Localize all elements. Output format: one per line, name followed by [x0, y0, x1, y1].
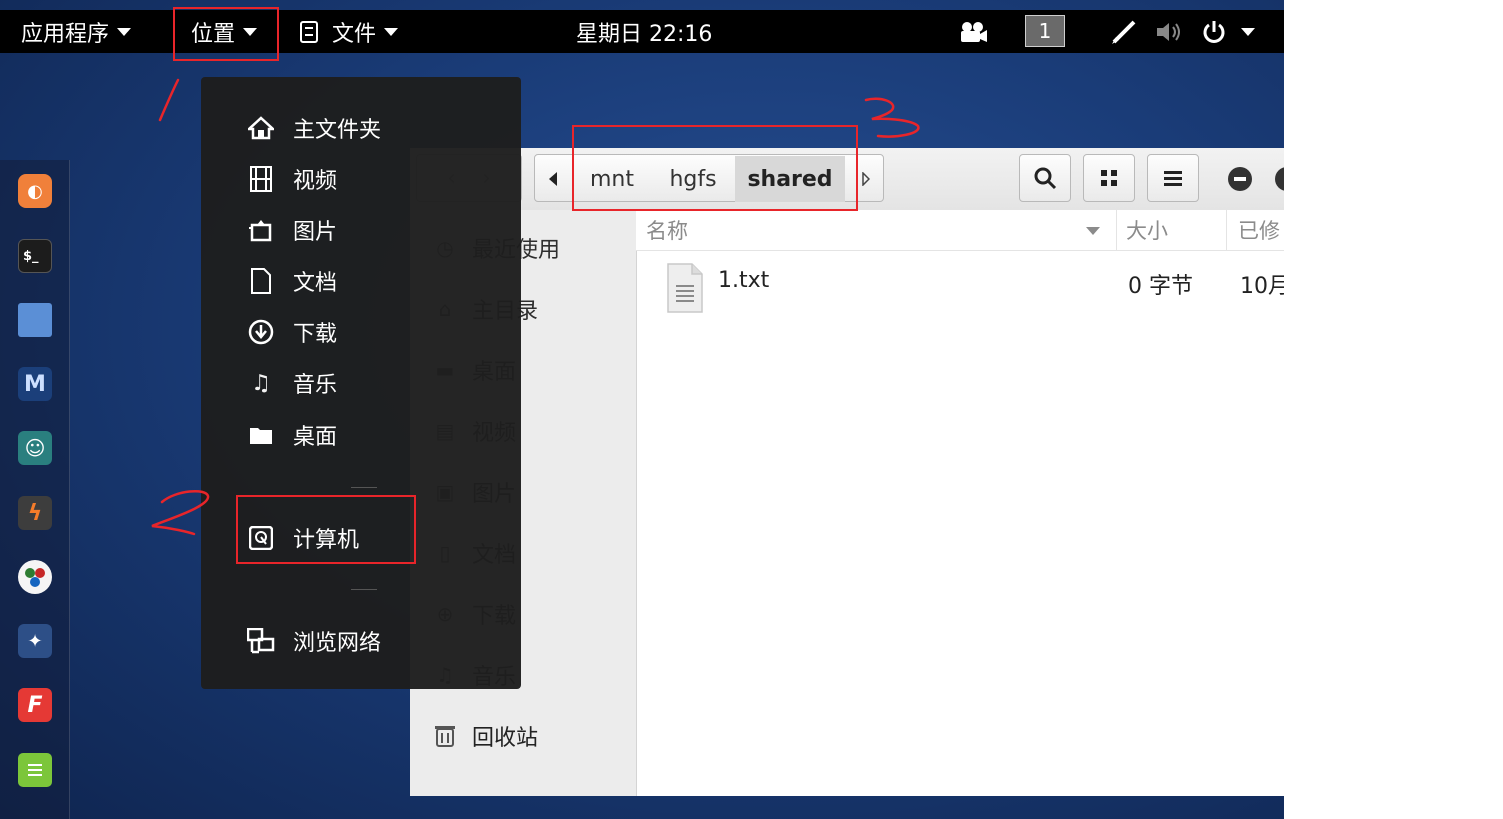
music-icon: ♫	[251, 370, 271, 396]
blank-margin	[1284, 0, 1503, 819]
file-name: 1.txt	[718, 268, 770, 293]
notes-icon[interactable]	[18, 753, 52, 787]
column-name[interactable]: 名称	[646, 210, 688, 250]
chevron-down-icon	[1241, 27, 1255, 36]
workspace-number: 1	[1038, 19, 1052, 43]
menu-item-music[interactable]: ♫ 音乐	[247, 363, 337, 403]
clock-label: 星期日 22:16	[576, 21, 713, 47]
picture-icon	[247, 216, 275, 244]
column-modified[interactable]: 已修	[1238, 210, 1280, 250]
sidebar-item-trash[interactable]: 回收站	[432, 716, 538, 756]
minimize-icon[interactable]	[1227, 166, 1253, 196]
menu-item-videos[interactable]: 视频	[247, 159, 337, 199]
beef-icon[interactable]: ✦	[18, 624, 52, 658]
workspace-indicator[interactable]: 1	[1025, 15, 1065, 47]
file-modified: 10月	[1240, 274, 1284, 299]
faraday-icon[interactable]: F	[18, 688, 52, 722]
maltego-icon[interactable]	[18, 560, 52, 594]
menu-item-network[interactable]: 浏览网络	[247, 621, 381, 661]
menu-item-label: 主文件夹	[293, 118, 382, 143]
dock: ◐ $_ M ☺ ϟ ✦ F	[0, 160, 70, 819]
video-camera-icon[interactable]	[958, 10, 988, 53]
menu-item-desktop[interactable]: 桌面	[247, 415, 337, 455]
power-menu[interactable]	[1201, 10, 1255, 53]
grid-view-button[interactable]	[1083, 154, 1135, 202]
armitage-icon[interactable]: ☺	[18, 431, 52, 465]
menu-button[interactable]	[1147, 154, 1199, 202]
menu-item-label: 浏览网络	[293, 631, 382, 656]
menu-item-label: 音乐	[293, 373, 338, 398]
column-name-label: 名称	[646, 219, 688, 243]
home-icon	[247, 114, 275, 142]
menu-separator	[351, 589, 377, 590]
text-file-icon	[666, 262, 703, 313]
files-app-label: 文件	[332, 21, 377, 47]
column-divider	[1226, 210, 1227, 250]
annotation-box-computer	[236, 495, 416, 564]
terminal-icon[interactable]: $_	[18, 239, 52, 273]
file-cabinet-icon	[300, 20, 318, 43]
menu-item-label: 下载	[293, 322, 338, 347]
sort-down-icon[interactable]	[1086, 227, 1100, 235]
chevron-down-icon	[384, 27, 399, 36]
network-icon	[247, 627, 275, 655]
desktop: 应用程序 位置 文件 星期日 22:16 1 ◐ $_ M ☺ ϟ ✦ F mn…	[0, 0, 1284, 819]
firefox-icon[interactable]: ◐	[18, 174, 52, 208]
hamburger-icon	[1164, 171, 1182, 186]
clock[interactable]: 星期日 22:16	[576, 10, 712, 53]
file-manager-window: ‹ › mnt hgfs shared	[410, 148, 1284, 796]
maximize-icon[interactable]	[1274, 166, 1284, 192]
column-modified-label: 已修	[1238, 219, 1280, 243]
menu-item-label: 桌面	[293, 425, 338, 450]
pen-icon[interactable]	[1110, 10, 1138, 53]
menu-separator	[351, 487, 377, 488]
annotation-box-places	[173, 7, 279, 61]
trash-icon	[432, 723, 458, 749]
menu-item-label: 图片	[293, 220, 338, 245]
file-row[interactable]: 1.txt 0 字节 10月	[636, 256, 1284, 316]
film-icon	[247, 165, 275, 193]
grid-icon	[1101, 170, 1117, 186]
sidebar-item-label: 回收站	[472, 726, 539, 751]
chevron-down-icon	[117, 27, 132, 36]
burpsuite-icon[interactable]: ϟ	[18, 496, 52, 530]
menu-item-documents[interactable]: 文档	[247, 261, 337, 301]
applications-menu-label: 应用程序	[21, 21, 110, 47]
applications-menu[interactable]: 应用程序	[21, 10, 132, 53]
metasploit-icon[interactable]: M	[18, 367, 52, 401]
folder-icon	[247, 421, 275, 449]
volume-icon[interactable]	[1155, 10, 1185, 53]
download-icon	[247, 318, 275, 346]
file-size: 0 字节	[1128, 274, 1193, 299]
column-header: 名称 大小 已修	[636, 210, 1284, 251]
breadcrumb-left-arrow-icon[interactable]	[538, 156, 568, 202]
search-icon	[1034, 167, 1057, 190]
menu-item-label: 文档	[293, 271, 338, 296]
column-size-label: 大小	[1126, 219, 1168, 243]
menu-item-home[interactable]: 主文件夹	[247, 108, 381, 148]
search-button[interactable]	[1019, 154, 1071, 202]
menu-item-pictures[interactable]: 图片	[247, 210, 337, 250]
power-icon	[1203, 20, 1225, 43]
file-manager-icon[interactable]	[18, 303, 52, 337]
column-divider	[1116, 210, 1117, 250]
document-icon	[247, 267, 275, 295]
column-size[interactable]: 大小	[1126, 210, 1168, 250]
annotation-box-breadcrumb	[572, 125, 858, 211]
files-app-menu[interactable]: 文件	[300, 10, 399, 53]
places-dropdown-menu: 主文件夹 视频 图片 文档 下载 ♫ 音乐 桌面 计算机 浏览网络	[201, 77, 521, 689]
menu-item-downloads[interactable]: 下载	[247, 312, 337, 352]
menu-item-label: 视频	[293, 169, 338, 194]
